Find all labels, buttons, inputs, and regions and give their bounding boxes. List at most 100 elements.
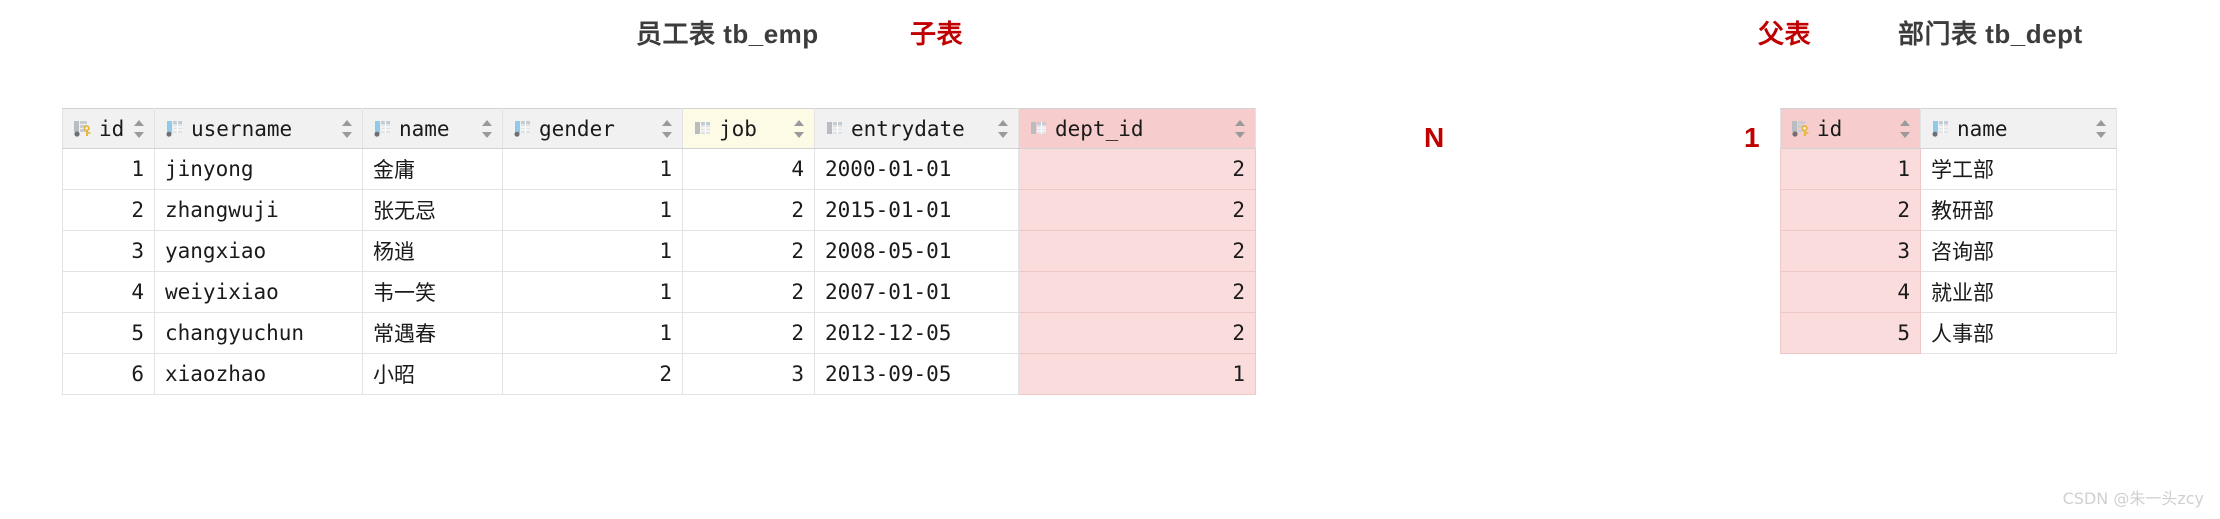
department-column-header-id[interactable]: id	[1780, 108, 1921, 149]
department-cell-id[interactable]: 4	[1780, 271, 1921, 313]
employee-cell-id[interactable]: 5	[62, 312, 155, 354]
employee-cell-entrydate[interactable]: 2015-01-01	[814, 189, 1019, 231]
table-row[interactable]: 3 咨询部	[1780, 230, 2117, 272]
department-cell-id[interactable]: 3	[1780, 230, 1921, 272]
employee-cell-job[interactable]: 2	[682, 312, 815, 354]
table-row[interactable]: 4 weiyixiao 韦一笑 1 2 2007-01-01 2	[62, 271, 1256, 313]
employee-cell-job[interactable]: 2	[682, 189, 815, 231]
employee-cell-gender[interactable]: 1	[502, 312, 683, 354]
department-cell-name[interactable]: 教研部	[1920, 189, 2117, 231]
employee-cell-username[interactable]: weiyixiao	[154, 271, 363, 313]
child-table-tag: 子表	[910, 19, 964, 49]
employee-cell-job[interactable]: 3	[682, 353, 815, 395]
table-key-icon	[73, 119, 92, 138]
employee-column-header-id[interactable]: id	[62, 108, 155, 149]
sort-arrows-icon[interactable]	[2095, 118, 2108, 140]
employee-cell-entrydate[interactable]: 2012-12-05	[814, 312, 1019, 354]
department-cell-name[interactable]: 咨询部	[1920, 230, 2117, 272]
sort-arrows-icon[interactable]	[1899, 118, 1912, 140]
sort-arrows-icon[interactable]	[133, 118, 146, 140]
table-column-icon	[1931, 119, 1950, 138]
employee-column-header-gender[interactable]: gender	[502, 108, 683, 149]
table-row[interactable]: 5 人事部	[1780, 312, 2117, 354]
employee-column-header-username[interactable]: username	[154, 108, 363, 149]
sort-arrows-icon[interactable]	[481, 118, 494, 140]
employee-cell-entrydate[interactable]: 2013-09-05	[814, 353, 1019, 395]
employee-cell-entrydate[interactable]: 2008-05-01	[814, 230, 1019, 272]
employee-table-title: 员工表 tb_emp	[636, 19, 819, 49]
employee-cell-username[interactable]: jinyong	[154, 148, 363, 190]
employee-cell-id[interactable]: 6	[62, 353, 155, 395]
table-key-icon	[1791, 119, 1810, 138]
employee-column-header-dept_id[interactable]: dept_id	[1018, 108, 1256, 149]
department-grid-header: id name	[1780, 108, 2117, 149]
employee-cell-entrydate[interactable]: 2000-01-01	[814, 148, 1019, 190]
employee-cell-username[interactable]: changyuchun	[154, 312, 363, 354]
table-row[interactable]: 3 yangxiao 杨逍 1 2 2008-05-01 2	[62, 230, 1256, 272]
table-column-icon	[165, 119, 184, 138]
department-column-label: name	[1957, 116, 2008, 141]
table-plain-column-icon	[693, 119, 712, 138]
employee-cell-username[interactable]: xiaozhao	[154, 353, 363, 395]
sort-arrows-icon[interactable]	[1234, 118, 1247, 140]
employee-cell-id[interactable]: 1	[62, 148, 155, 190]
employee-cell-gender[interactable]: 1	[502, 148, 683, 190]
employee-column-header-job[interactable]: job	[682, 108, 815, 149]
department-cell-name[interactable]: 学工部	[1920, 148, 2117, 190]
employee-data-grid: id username name gender job entrydate dept_id …	[62, 108, 1256, 395]
employee-cell-id[interactable]: 2	[62, 189, 155, 231]
table-row[interactable]: 4 就业部	[1780, 271, 2117, 313]
sort-arrows-icon[interactable]	[997, 118, 1010, 140]
department-data-grid: id name 1 学工部 2 教研部 3 咨询部 4 就业部 5 人事部	[1780, 108, 2117, 354]
department-cell-name[interactable]: 就业部	[1920, 271, 2117, 313]
employee-cell-gender[interactable]: 1	[502, 230, 683, 272]
employee-column-header-entrydate[interactable]: entrydate	[814, 108, 1019, 149]
employee-cell-name[interactable]: 韦一笑	[362, 271, 503, 313]
cardinality-one-marker: 1	[1744, 122, 1760, 153]
department-column-header-name[interactable]: name	[1920, 108, 2117, 149]
employee-cell-entrydate[interactable]: 2007-01-01	[814, 271, 1019, 313]
table-row[interactable]: 1 学工部	[1780, 148, 2117, 190]
parent-table-tag: 父表	[1758, 19, 1812, 49]
employee-cell-username[interactable]: zhangwuji	[154, 189, 363, 231]
department-grid-body: 1 学工部 2 教研部 3 咨询部 4 就业部 5 人事部	[1780, 148, 2117, 354]
sort-arrows-icon[interactable]	[793, 118, 806, 140]
employee-cell-username[interactable]: yangxiao	[154, 230, 363, 272]
employee-cell-dept_id[interactable]: 2	[1018, 271, 1256, 313]
employee-cell-gender[interactable]: 1	[502, 271, 683, 313]
employee-cell-name[interactable]: 杨逍	[362, 230, 503, 272]
sort-arrows-icon[interactable]	[661, 118, 674, 140]
employee-cell-name[interactable]: 常遇春	[362, 312, 503, 354]
employee-cell-dept_id[interactable]: 1	[1018, 353, 1256, 395]
employee-column-header-name[interactable]: name	[362, 108, 503, 149]
employee-cell-id[interactable]: 3	[62, 230, 155, 272]
table-row[interactable]: 2 zhangwuji 张无忌 1 2 2015-01-01 2	[62, 189, 1256, 231]
department-cell-id[interactable]: 1	[1780, 148, 1921, 190]
employee-cell-dept_id[interactable]: 2	[1018, 312, 1256, 354]
employee-cell-dept_id[interactable]: 2	[1018, 230, 1256, 272]
sort-arrows-icon[interactable]	[341, 118, 354, 140]
employee-cell-job[interactable]: 2	[682, 230, 815, 272]
employee-cell-gender[interactable]: 2	[502, 353, 683, 395]
employee-column-label: id	[99, 116, 125, 141]
employee-cell-id[interactable]: 4	[62, 271, 155, 313]
department-cell-name[interactable]: 人事部	[1920, 312, 2117, 354]
department-cell-id[interactable]: 2	[1780, 189, 1921, 231]
table-row[interactable]: 6 xiaozhao 小昭 2 3 2013-09-05 1	[62, 353, 1256, 395]
employee-cell-dept_id[interactable]: 2	[1018, 148, 1256, 190]
employee-cell-name[interactable]: 金庸	[362, 148, 503, 190]
table-row[interactable]: 5 changyuchun 常遇春 1 2 2012-12-05 2	[62, 312, 1256, 354]
employee-cell-name[interactable]: 张无忌	[362, 189, 503, 231]
department-cell-id[interactable]: 5	[1780, 312, 1921, 354]
employee-grid-body: 1 jinyong 金庸 1 4 2000-01-01 2 2 zhangwuji 张无忌 1 2 20…	[62, 148, 1256, 395]
csdn-watermark: CSDN @朱一头zcy	[2062, 489, 2204, 508]
department-header-row: id name	[1780, 108, 2117, 149]
employee-cell-job[interactable]: 2	[682, 271, 815, 313]
cardinality-many-marker: N	[1424, 122, 1445, 153]
table-row[interactable]: 1 jinyong 金庸 1 4 2000-01-01 2	[62, 148, 1256, 190]
employee-cell-job[interactable]: 4	[682, 148, 815, 190]
employee-cell-dept_id[interactable]: 2	[1018, 189, 1256, 231]
table-row[interactable]: 2 教研部	[1780, 189, 2117, 231]
employee-cell-name[interactable]: 小昭	[362, 353, 503, 395]
employee-cell-gender[interactable]: 1	[502, 189, 683, 231]
